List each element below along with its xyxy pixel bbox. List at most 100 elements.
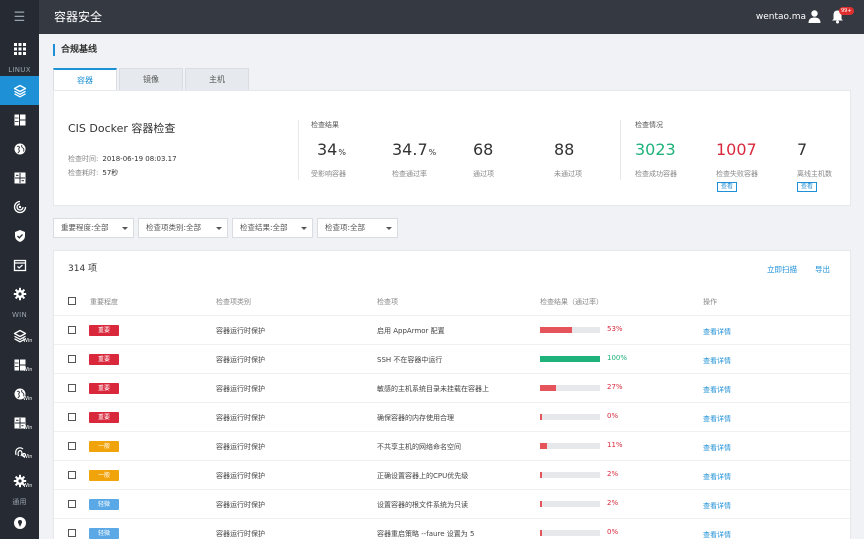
table-row: 一般 容器运行时保护 正确设置容器上的CPU优先级 2% 查看详情 bbox=[54, 460, 850, 489]
sidebar-item-container-security[interactable] bbox=[0, 76, 39, 105]
category-cell: 容器运行时保护 bbox=[216, 327, 265, 335]
category-cell: 容器运行时保护 bbox=[216, 472, 265, 480]
pass-rate-text: 2% bbox=[607, 470, 619, 478]
pass-rate-fill bbox=[540, 501, 542, 507]
app-title: 容器安全 bbox=[54, 10, 103, 24]
item-cell: 设置容器的根文件系统为只读 bbox=[377, 501, 468, 509]
row-checkbox[interactable] bbox=[68, 529, 76, 537]
sidebar-item-win-network[interactable]: Win bbox=[0, 379, 39, 408]
user-icon[interactable] bbox=[807, 9, 822, 24]
sidebar-item-win-layers[interactable]: Win bbox=[0, 321, 39, 350]
sidebar-item-win-fingerprint[interactable]: Win bbox=[0, 437, 39, 466]
bento-icon bbox=[14, 114, 25, 125]
pass-rate-text: 53% bbox=[607, 325, 623, 333]
stat-passed-label: 通过项 bbox=[473, 170, 494, 178]
category-cell: 容器运行时保护 bbox=[216, 385, 265, 393]
row-checkbox[interactable] bbox=[68, 384, 76, 392]
view-details-link[interactable]: 查看详情 bbox=[703, 501, 731, 511]
calendar-check-icon bbox=[13, 259, 26, 271]
sidebar-item-win-settings[interactable]: Win bbox=[0, 466, 39, 495]
item-cell: 容器重启策略 --faure 设置为 5 bbox=[377, 530, 475, 538]
sidebar: ☰ LINUX WIN Win Win Win Win Win Win 通用 bbox=[0, 0, 39, 539]
view-details-link[interactable]: 查看详情 bbox=[703, 414, 731, 424]
pass-rate-bar bbox=[540, 385, 600, 391]
summary-card: CIS Docker 容器检查 检查时间: 2018-06-19 08:03.17… bbox=[53, 90, 851, 206]
stat-passed-value: 68 bbox=[473, 140, 494, 159]
pass-rate-text: 100% bbox=[607, 354, 628, 362]
filter-category[interactable]: 检查项类别:全部 bbox=[138, 218, 228, 238]
stat-affected-label: 受影响容器 bbox=[311, 170, 346, 178]
row-checkbox[interactable] bbox=[68, 326, 76, 334]
menu-toggle-icon[interactable]: ☰ bbox=[0, 0, 39, 34]
sidebar-item-win-bento[interactable]: Win bbox=[0, 350, 39, 379]
table-row: 轻微 容器运行时保护 容器重启策略 --faure 设置为 5 0% 查看详情 bbox=[54, 518, 850, 539]
win-tag: Win bbox=[23, 454, 33, 460]
divider bbox=[298, 120, 299, 180]
item-cell: 确保容器的内存使用合理 bbox=[377, 414, 454, 422]
sidebar-section-general: 通用 bbox=[12, 497, 27, 506]
sidebar-item-win-dashboard[interactable]: Win bbox=[0, 408, 39, 437]
item-cell: 敏感的主机系统目录未挂载在容器上 bbox=[377, 385, 489, 393]
item-cell: 启用 AppArmor 配置 bbox=[377, 327, 445, 335]
filter-severity[interactable]: 重要程度:全部 bbox=[53, 218, 134, 238]
view-details-link[interactable]: 查看详情 bbox=[703, 356, 731, 366]
tab-image[interactable]: 镜像 bbox=[119, 68, 183, 90]
tab-host[interactable]: 主机 bbox=[185, 68, 249, 90]
export-button[interactable]: 导出 bbox=[815, 264, 830, 275]
divider bbox=[620, 120, 621, 180]
view-details-link[interactable]: 查看详情 bbox=[703, 530, 731, 539]
layers-icon bbox=[13, 84, 26, 97]
check-title: CIS Docker 容器检查 bbox=[68, 122, 176, 135]
tab-container[interactable]: 容器 bbox=[53, 68, 117, 90]
status-section-label: 检查情况 bbox=[635, 121, 663, 129]
pass-rate-text: 2% bbox=[607, 499, 619, 507]
view-failed-containers-link[interactable]: 查看 bbox=[717, 182, 738, 192]
stat-success-label: 检查成功容器 bbox=[635, 170, 677, 178]
pass-rate-text: 0% bbox=[607, 412, 619, 420]
view-details-link[interactable]: 查看详情 bbox=[703, 472, 731, 482]
pass-rate-bar bbox=[540, 501, 600, 507]
row-checkbox[interactable] bbox=[68, 442, 76, 450]
header-item: 检查项 bbox=[377, 298, 398, 306]
sidebar-item-shield[interactable] bbox=[0, 221, 39, 250]
view-offline-hosts-link[interactable]: 查看 bbox=[797, 182, 818, 192]
sidebar-item-settings[interactable] bbox=[0, 279, 39, 308]
stat-failed-value: 88 bbox=[554, 140, 575, 159]
header-category: 检查项类别 bbox=[216, 298, 251, 306]
row-checkbox[interactable] bbox=[68, 355, 76, 363]
chevron-down-icon bbox=[122, 227, 128, 230]
table-row: 重要 容器运行时保护 SSH 不在容器中运行 100% 查看详情 bbox=[54, 344, 850, 373]
tab-bar: 容器 镜像 主机 bbox=[53, 68, 251, 90]
sidebar-section-win: WIN bbox=[11, 310, 28, 319]
scan-now-button[interactable]: 立即扫描 bbox=[767, 264, 797, 275]
sidebar-item-calendar[interactable] bbox=[0, 250, 39, 279]
view-details-link[interactable]: 查看详情 bbox=[703, 385, 731, 395]
severity-badge: 重要 bbox=[89, 325, 119, 336]
stat-offline-hosts-label: 离线主机数 bbox=[797, 170, 832, 178]
sidebar-item-dashboard[interactable] bbox=[0, 163, 39, 192]
sidebar-item-radar[interactable] bbox=[0, 192, 39, 221]
row-checkbox[interactable] bbox=[68, 413, 76, 421]
select-all-checkbox[interactable] bbox=[68, 297, 76, 305]
pass-rate-text: 11% bbox=[607, 441, 623, 449]
sidebar-item-bento[interactable] bbox=[0, 105, 39, 134]
sidebar-item-network[interactable] bbox=[0, 134, 39, 163]
pass-rate-bar bbox=[540, 327, 600, 333]
category-cell: 容器运行时保护 bbox=[216, 414, 265, 422]
notification-badge: 99+ bbox=[839, 7, 854, 15]
item-cell: 正确设置容器上的CPU优先级 bbox=[377, 472, 469, 480]
stat-failed-containers-value: 1007 bbox=[716, 140, 757, 159]
sidebar-item-general-pin[interactable] bbox=[0, 508, 39, 537]
apps-grid-icon[interactable] bbox=[0, 34, 39, 63]
pass-rate-fill bbox=[540, 530, 542, 536]
view-details-link[interactable]: 查看详情 bbox=[703, 327, 731, 337]
filter-item[interactable]: 检查项:全部 bbox=[317, 218, 398, 238]
view-details-link[interactable]: 查看详情 bbox=[703, 443, 731, 453]
stat-failed-containers-label: 检查失败容器 bbox=[716, 170, 758, 178]
win-tag: Win bbox=[23, 338, 33, 344]
row-checkbox[interactable] bbox=[68, 471, 76, 479]
row-checkbox[interactable] bbox=[68, 500, 76, 508]
user-name[interactable]: wentao.ma bbox=[756, 0, 806, 34]
filter-result[interactable]: 检查结果:全部 bbox=[232, 218, 313, 238]
severity-badge: 一般 bbox=[89, 470, 119, 481]
